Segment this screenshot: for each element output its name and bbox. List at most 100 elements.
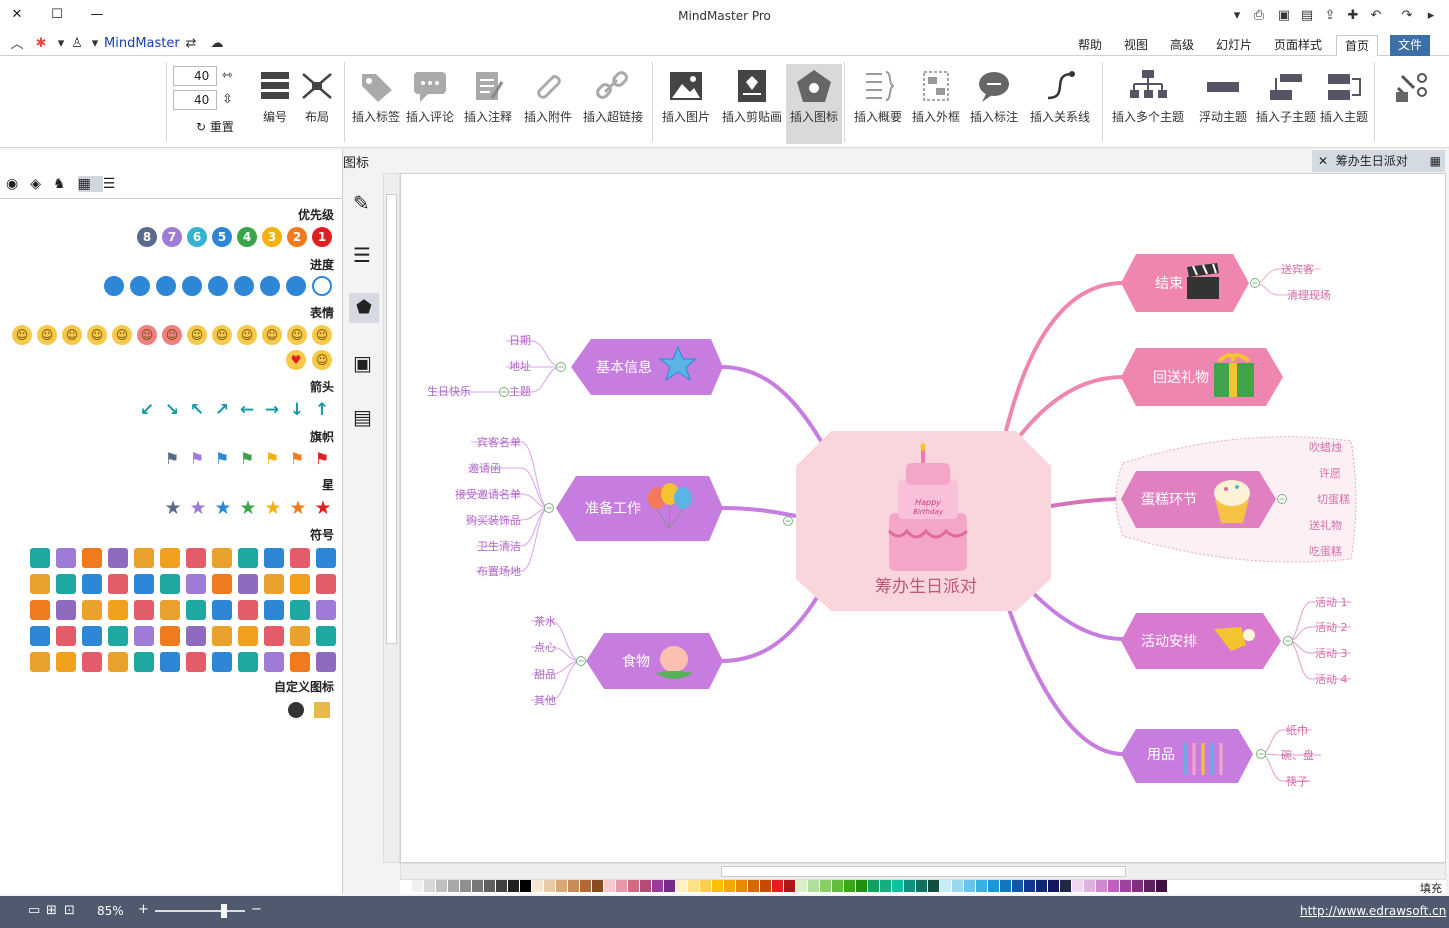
symbol-14-icon[interactable] (290, 574, 310, 594)
vertical-spacing-input[interactable]: 40 (173, 90, 217, 110)
minimize-button[interactable]: — (84, 4, 110, 26)
priority-8-icon[interactable]: 8 (137, 227, 157, 247)
color-swatch-13[interactable] (544, 880, 555, 892)
color-swatch-10[interactable] (508, 880, 519, 892)
custom-icon-2[interactable] (314, 702, 330, 718)
emotion-8-icon[interactable]: ☺ (137, 325, 157, 345)
insert-multiple-topics-button[interactable]: 插入多个主题 (1108, 64, 1188, 136)
color-swatch-43[interactable] (904, 880, 915, 892)
color-swatch-48[interactable] (964, 880, 975, 892)
horizontal-scrollbar[interactable] (400, 863, 1446, 880)
tab-file[interactable]: 文件 (1390, 35, 1431, 56)
symbol-10-icon[interactable] (82, 548, 102, 568)
color-swatch-64[interactable] (1156, 880, 1167, 892)
symbol-29-icon[interactable] (212, 600, 232, 620)
star-6-icon[interactable]: ★ (187, 497, 209, 519)
subtopic-end-2[interactable]: 清理现场 (1287, 288, 1331, 302)
color-swatch-17[interactable] (592, 880, 603, 892)
color-swatch-25[interactable] (688, 880, 699, 892)
app-menu-icon[interactable]: ▸ (1422, 8, 1440, 24)
insert-topic-button[interactable]: 插入主题 (1314, 64, 1374, 136)
color-swatch-51[interactable] (1000, 880, 1011, 892)
subtopic-cake-5[interactable]: 吃蛋糕 (1309, 544, 1342, 558)
symbol-21-icon[interactable] (108, 574, 128, 594)
flag-1-icon[interactable]: ⚑ (312, 449, 332, 469)
color-swatch-30[interactable] (748, 880, 759, 892)
new-icon[interactable]: ✚ (1344, 8, 1362, 24)
symbol-56-icon[interactable] (134, 652, 154, 672)
color-swatch-8[interactable] (484, 880, 495, 892)
subtopic-activity-4[interactable]: 活动 4 (1315, 673, 1348, 686)
symbol-47-icon[interactable] (56, 626, 76, 646)
close-button[interactable]: ✕ (4, 4, 30, 26)
flag-3-icon[interactable]: ⚑ (262, 449, 282, 469)
color-swatch-29[interactable] (736, 880, 747, 892)
symbol-46-icon[interactable] (82, 626, 102, 646)
color-swatch-23[interactable] (664, 880, 675, 892)
collapse-ribbon-icon[interactable]: ︿ (10, 37, 24, 53)
symbol-40-icon[interactable] (238, 626, 258, 646)
color-swatch-33[interactable] (784, 880, 795, 892)
progress-9-icon[interactable] (104, 276, 124, 296)
symbol-19-icon[interactable] (160, 574, 180, 594)
symbol-32-icon[interactable] (134, 600, 154, 620)
flag-6-icon[interactable]: ⚑ (187, 449, 207, 469)
insert-comment-button[interactable]: 插入评论 (402, 64, 458, 136)
subtopic-activity-3[interactable]: 活动 3 (1315, 647, 1348, 660)
theme-dropdown-icon[interactable]: ▾ (56, 36, 66, 52)
clipart-panel-icon[interactable]: ▣ (353, 351, 372, 375)
star-3-icon[interactable]: ★ (262, 497, 284, 519)
color-swatch-57[interactable] (1072, 880, 1083, 892)
subtopic-basic-3[interactable]: 主题 (509, 385, 531, 398)
document-tab[interactable]: ✕ 筹办生日派对 ▦ (1312, 150, 1445, 172)
tab-page-style[interactable]: 页面样式 (1266, 35, 1330, 56)
zoom-slider-thumb[interactable] (221, 904, 227, 918)
color-swatch-24[interactable] (676, 880, 687, 892)
arrow-7-icon[interactable]: ↘ (162, 400, 182, 420)
insert-subtopic-button[interactable]: 插入子主题 (1256, 64, 1316, 136)
insert-boundary-button[interactable]: 插入外框 (908, 64, 964, 136)
progress-1-icon[interactable] (312, 276, 332, 296)
symbol-7-icon[interactable] (160, 548, 180, 568)
subtopic-activity-1[interactable]: 活动 1 (1315, 596, 1348, 609)
subtopic-food-3[interactable]: 甜品 (534, 668, 556, 681)
color-swatch-58[interactable] (1084, 880, 1095, 892)
symbol-42-icon[interactable] (186, 626, 206, 646)
symbol-4-icon[interactable] (238, 548, 258, 568)
color-swatch-5[interactable] (448, 880, 459, 892)
symbol-50-icon[interactable] (290, 652, 310, 672)
priority-7-icon[interactable]: 7 (162, 227, 182, 247)
symbol-58-icon[interactable] (82, 652, 102, 672)
theme-icon[interactable]: ✱ (30, 36, 52, 52)
subtopic-prep-1[interactable]: 宾客名单 (477, 435, 521, 449)
symbol-2-icon[interactable] (290, 548, 310, 568)
symbol-5-icon[interactable] (212, 548, 232, 568)
arrow-3-icon[interactable]: → (262, 400, 282, 420)
subtopic-prep-4[interactable]: 购买装饰品 (466, 513, 521, 527)
color-swatch-53[interactable] (1024, 880, 1035, 892)
print-icon[interactable]: ⎙ (1250, 8, 1268, 24)
export-icon[interactable]: ⇪ (1321, 8, 1339, 24)
central-topic[interactable]: Happy Birthday 筹办生日派对 (796, 431, 1051, 611)
color-swatch-22[interactable] (652, 880, 663, 892)
tab-home[interactable]: 首页 (1336, 35, 1379, 56)
emotion-12-icon[interactable]: ☺ (37, 325, 57, 345)
zoom-in-icon[interactable]: + (138, 902, 149, 917)
arrow-6-icon[interactable]: ↖ (187, 400, 207, 420)
insert-summary-button[interactable]: 插入概要 (850, 64, 906, 136)
symbol-54-icon[interactable] (186, 652, 206, 672)
subtopic-prep-5[interactable]: 卫生清洁 (477, 539, 521, 553)
color-swatch-11[interactable] (520, 880, 531, 892)
color-swatch-32[interactable] (772, 880, 783, 892)
insert-hyperlink-button[interactable]: 插入超链接 (580, 64, 646, 136)
zoom-out-icon[interactable]: − (251, 902, 262, 917)
skin-icon[interactable]: ♙ (66, 36, 88, 52)
symbol-8-icon[interactable] (134, 548, 154, 568)
topic-preparation[interactable]: 准备工作 (556, 476, 723, 541)
color-swatch-62[interactable] (1132, 880, 1143, 892)
subtopic-basic-1[interactable]: 日期 (509, 334, 531, 347)
symbol-36-icon[interactable] (30, 600, 50, 620)
subtopic-supplies-1[interactable]: 纸巾 (1286, 723, 1308, 737)
subtopic-food-1[interactable]: 茶水 (534, 615, 556, 628)
undo-icon[interactable]: ↶ (1367, 8, 1385, 24)
